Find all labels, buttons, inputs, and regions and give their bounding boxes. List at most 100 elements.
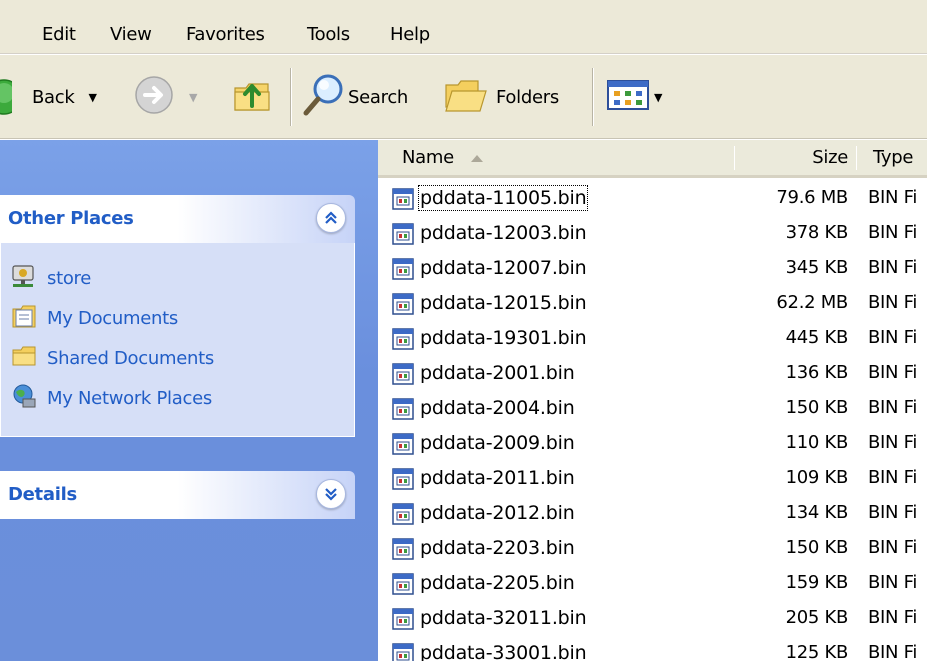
file-name: pddata-11005.bin — [417, 185, 589, 211]
file-type: BIN Fi — [868, 257, 918, 278]
toolbar: Back ▼ ▼ Search Folders ▼ — [0, 55, 927, 139]
folders-label: Folders — [496, 86, 559, 108]
file-type: BIN Fi — [868, 642, 918, 661]
forward-arrow-icon — [133, 74, 175, 120]
table-row[interactable]: pddata-2203.bin 150 KB BIN Fi — [378, 532, 927, 567]
file-name: pddata-12015.bin — [420, 292, 587, 314]
bin-file-icon — [392, 608, 414, 634]
column-size-label: Size — [812, 147, 848, 168]
file-type: BIN Fi — [868, 467, 918, 488]
place-label: Shared Documents — [47, 347, 214, 369]
column-size[interactable]: Size — [812, 140, 848, 175]
file-name: pddata-2004.bin — [420, 397, 575, 419]
other-places-header[interactable]: Other Places — [0, 195, 355, 243]
column-type-label: Type — [873, 147, 914, 168]
toolbar-separator — [592, 68, 594, 126]
column-separator[interactable] — [734, 146, 735, 170]
folders-button[interactable]: Folders — [444, 55, 559, 139]
table-row[interactable]: pddata-2012.bin 134 KB BIN Fi — [378, 497, 927, 532]
table-row[interactable]: pddata-2205.bin 159 KB BIN Fi — [378, 567, 927, 602]
network-places-icon — [11, 383, 37, 413]
search-label: Search — [348, 86, 409, 108]
expand-chevron-icon[interactable] — [316, 479, 346, 509]
place-label: store — [47, 267, 92, 289]
back-button[interactable]: Back ▼ — [0, 55, 97, 139]
views-icon — [606, 78, 650, 116]
table-row[interactable]: pddata-32011.bin 205 KB BIN Fi — [378, 602, 927, 637]
file-type: BIN Fi — [868, 607, 918, 628]
file-name: pddata-2205.bin — [420, 572, 575, 594]
column-name[interactable]: Name — [402, 140, 484, 175]
menu-view[interactable]: View — [110, 24, 152, 45]
back-arrow-icon — [0, 77, 28, 117]
file-size: 110 KB — [785, 432, 849, 453]
column-separator[interactable] — [856, 146, 857, 170]
bin-file-icon — [392, 503, 414, 529]
file-name: pddata-2001.bin — [420, 362, 575, 384]
table-row[interactable]: pddata-19301.bin 445 KB BIN Fi — [378, 322, 927, 357]
file-size: 150 KB — [785, 537, 849, 558]
bin-file-icon — [392, 258, 414, 284]
table-row[interactable]: pddata-33001.bin 125 KB BIN Fi — [378, 637, 927, 661]
bin-file-icon — [392, 538, 414, 564]
column-name-label: Name — [402, 147, 454, 168]
file-name: pddata-2011.bin — [420, 467, 575, 489]
search-icon — [300, 71, 348, 123]
details-header[interactable]: Details — [0, 471, 355, 519]
folders-icon — [444, 75, 488, 119]
table-row[interactable]: pddata-2011.bin 109 KB BIN Fi — [378, 462, 927, 497]
back-label: Back — [32, 86, 75, 108]
forward-button[interactable]: ▼ — [133, 55, 197, 139]
menu-bar: Edit View Favorites Tools Help — [0, 0, 927, 54]
folder-icon — [11, 343, 37, 373]
file-type: BIN Fi — [868, 537, 918, 558]
toolbar-separator — [290, 68, 292, 126]
collapse-chevron-icon[interactable] — [316, 203, 346, 233]
file-size: 136 KB — [785, 362, 849, 383]
table-row[interactable]: pddata-2009.bin 110 KB BIN Fi — [378, 427, 927, 462]
file-name: pddata-12007.bin — [420, 257, 587, 279]
place-label: My Network Places — [47, 387, 212, 409]
up-folder-icon — [232, 74, 272, 120]
table-row[interactable]: pddata-12003.bin 378 KB BIN Fi — [378, 217, 927, 252]
file-name: pddata-32011.bin — [420, 607, 587, 629]
bin-file-icon — [392, 223, 414, 249]
task-pane: Other Places store My Documents Shared D… — [0, 140, 378, 661]
table-row[interactable]: pddata-2004.bin 150 KB BIN Fi — [378, 392, 927, 427]
forward-dropdown-icon[interactable]: ▼ — [189, 91, 197, 104]
bin-file-icon — [392, 398, 414, 424]
file-type: BIN Fi — [868, 432, 918, 453]
bin-file-icon — [392, 293, 414, 319]
place-my-documents[interactable]: My Documents — [11, 304, 178, 332]
file-name: pddata-2009.bin — [420, 432, 575, 454]
menu-tools[interactable]: Tools — [307, 24, 350, 45]
column-type[interactable]: Type — [873, 140, 913, 175]
views-dropdown-icon[interactable]: ▼ — [654, 91, 662, 104]
place-shared-documents[interactable]: Shared Documents — [11, 344, 214, 372]
network-drive-icon — [11, 263, 37, 293]
place-my-network-places[interactable]: My Network Places — [11, 384, 212, 412]
menu-edit[interactable]: Edit — [42, 24, 76, 45]
file-type: BIN Fi — [868, 502, 918, 523]
place-store[interactable]: store — [11, 264, 91, 292]
file-type: BIN Fi — [868, 292, 918, 313]
menu-help[interactable]: Help — [390, 24, 430, 45]
file-size: 159 KB — [785, 572, 849, 593]
up-folder-button[interactable] — [232, 55, 272, 139]
file-type: BIN Fi — [868, 397, 918, 418]
table-row[interactable]: pddata-12007.bin 345 KB BIN Fi — [378, 252, 927, 287]
place-label: My Documents — [47, 307, 178, 329]
file-name: pddata-2012.bin — [420, 502, 575, 524]
bin-file-icon — [392, 363, 414, 389]
back-dropdown-icon[interactable]: ▼ — [89, 91, 97, 104]
file-name: pddata-33001.bin — [420, 642, 587, 661]
table-row[interactable]: pddata-12015.bin 62.2 MB BIN Fi — [378, 287, 927, 322]
views-button[interactable]: ▼ — [606, 55, 662, 139]
sort-ascending-icon — [470, 147, 484, 168]
menu-favorites[interactable]: Favorites — [186, 24, 265, 45]
table-row[interactable]: pddata-2001.bin 136 KB BIN Fi — [378, 357, 927, 392]
search-button[interactable]: Search — [300, 55, 408, 139]
my-documents-icon — [11, 303, 37, 333]
table-row[interactable]: pddata-11005.bin 79.6 MB BIN Fi — [378, 182, 927, 217]
file-size: 205 KB — [785, 607, 849, 628]
